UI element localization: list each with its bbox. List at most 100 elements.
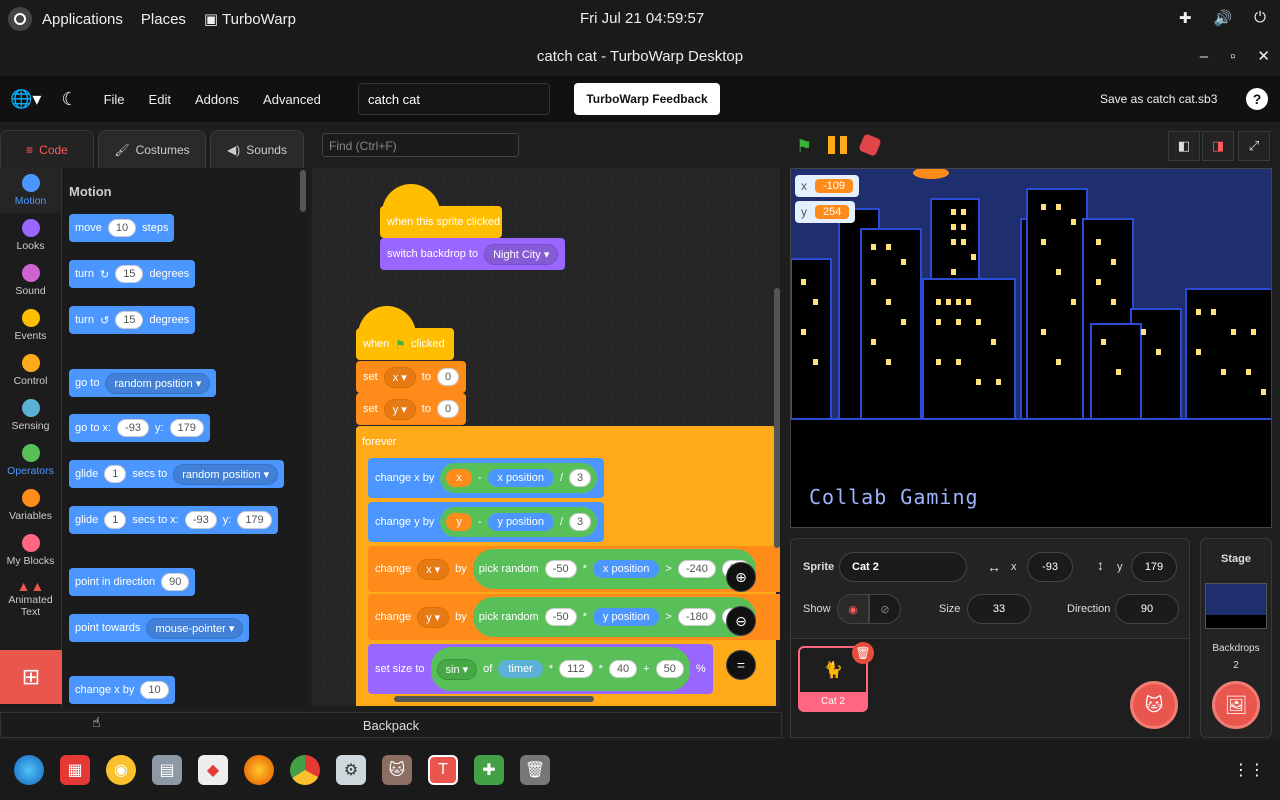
zoom-out-button[interactable]: ⊖ [726,606,756,636]
save-as-button[interactable]: Save as catch cat.sb3 [1100,92,1217,106]
turbowarp-icon[interactable]: T [428,755,458,785]
block-input[interactable]: 50 [655,660,684,678]
tab-code[interactable]: ≡ Code [0,130,94,168]
script-vertical-scrollbar[interactable] [774,288,780,548]
zoom-in-button[interactable]: ⊕ [726,562,756,592]
volume-icon[interactable]: 🔊 [1213,9,1232,27]
block-input[interactable]: 10 [140,681,169,699]
operator-divide[interactable]: y - y position / 3 [440,507,598,537]
block-change-var-y[interactable]: change y ▾ by pick random -50 * y positi… [368,594,780,640]
block-glide-to[interactable]: glide 1 secs to random position ▾ [69,460,285,488]
block-change-x-by[interactable]: change x by x - x position / 3 [368,458,605,498]
operator-divide[interactable]: x - x position / 3 [440,463,598,493]
block-dropdown[interactable]: x ▾ [417,558,450,580]
block-change-x[interactable]: change x by 10 [69,676,175,704]
sprite-size-input[interactable]: 33 [967,594,1031,624]
green-flag-button[interactable]: ⚑ [796,136,812,157]
power-icon[interactable]: ⏻ [1254,9,1266,27]
show-visible-button[interactable]: ◉ [837,594,869,624]
block-dropdown[interactable]: sin ▾ [436,658,478,680]
block-set-x[interactable]: set x ▾ to 0 [356,361,467,393]
block-dropdown[interactable]: y ▾ [383,398,416,420]
activities-icon[interactable] [8,7,32,31]
block-input[interactable]: -50 [544,608,577,626]
block-dropdown[interactable]: random position ▾ [173,463,279,485]
feedback-button[interactable]: TurboWarp Feedback [574,83,720,115]
hat-when-flag-clicked[interactable]: when ⚑ clicked [356,328,454,360]
block-input[interactable]: -180 [677,608,716,626]
sprite-direction-input[interactable]: 90 [1115,594,1179,624]
variable-reporter[interactable]: x [446,469,472,487]
category-motion[interactable]: Motion [0,168,61,213]
block-input[interactable]: 0 [436,400,460,418]
block-input[interactable]: 1 [104,465,127,483]
close-icon[interactable]: ✕ [1257,38,1270,76]
block-dropdown[interactable]: mouse-pointer ▾ [146,617,244,639]
block-go-to[interactable]: go to random position ▾ [69,369,217,397]
category-looks[interactable]: Looks [0,213,61,258]
advanced-menu[interactable]: Advanced [263,92,321,107]
block-input[interactable]: 15 [115,311,144,329]
sprite-y-input[interactable]: 179 [1131,552,1177,582]
block-input[interactable]: -50 [544,560,577,578]
add-sprite-button[interactable]: 🐱 [1130,681,1178,729]
block-change-var-x[interactable]: change x ▾ by pick random -50 * x positi… [368,546,780,592]
pause-button[interactable] [828,136,848,154]
zoom-reset-button[interactable]: = [726,650,756,680]
motion-reporter[interactable]: x position [487,469,554,487]
block-turn-right[interactable]: turn ↻ 15 degrees [69,260,196,288]
category-variables[interactable]: Variables [0,483,61,528]
block-dropdown[interactable]: Night City ▾ [484,243,559,265]
minimize-icon[interactable]: – [1200,38,1208,76]
variable-reporter[interactable]: y [446,513,472,531]
applications-menu[interactable]: Applications [42,11,123,28]
maximize-icon[interactable]: ▫ [1230,38,1235,76]
block-set-y[interactable]: set y ▾ to 0 [356,393,467,425]
music-player-icon[interactable]: ◉ [106,755,136,785]
calendar-icon[interactable]: ▦ [60,755,90,785]
browser-globe-icon[interactable] [14,755,44,785]
fullscreen-button[interactable]: ⤢ [1238,131,1270,161]
block-point-direction[interactable]: point in direction 90 [69,568,196,596]
add-extension-button[interactable]: ⊞ [0,650,62,704]
block-input[interactable]: 179 [169,419,204,437]
block-input[interactable]: 179 [237,511,272,529]
operator-math[interactable]: sin ▾ of timer * 112 * 40 + 50 [430,647,690,691]
tab-sounds[interactable]: ◀) Sounds [210,130,304,168]
file-menu[interactable]: File [104,92,125,107]
motion-reporter[interactable]: y position [592,608,660,626]
scratch-icon[interactable]: 🐱 [382,755,412,785]
block-input[interactable]: 1 [104,511,127,529]
clock[interactable]: Fri Jul 21 04:59:57 [580,10,704,27]
block-switch-backdrop[interactable]: switch backdrop to Night City ▾ [380,238,566,270]
block-input[interactable]: 112 [559,660,593,678]
settings-icon[interactable]: ⚙ [336,755,366,785]
block-move-steps[interactable]: move 10 steps [69,214,175,242]
script-horizontal-scrollbar[interactable] [394,696,594,702]
sensing-reporter[interactable]: timer [498,660,543,678]
block-input[interactable]: 0 [436,368,460,386]
block-input[interactable]: 40 [608,660,638,678]
places-menu[interactable]: Places [141,11,186,28]
stage-canvas[interactable]: x -109 y 254 Collab Gaming [790,168,1272,528]
monitor-y[interactable]: y 254 [795,201,856,223]
firefox-icon[interactable] [244,755,274,785]
help-button[interactable]: ? [1246,88,1268,110]
category-operators[interactable]: Operators [0,438,61,483]
script-area[interactable]: when this sprite clicked switch backdrop… [312,168,780,706]
palette-scrollbar[interactable] [300,170,306,212]
block-turn-left[interactable]: turn ↺ 15 degrees [69,306,196,334]
motion-reporter[interactable]: x position [592,560,660,578]
category-events[interactable]: Events [0,303,61,348]
large-stage-button[interactable]: ◨ [1202,131,1234,161]
trash-can-icon[interactable]: 🗑 [520,755,550,785]
block-glide-xy[interactable]: glide 1 secs to x: -93 y: 179 [69,506,278,534]
operator-pick-random[interactable]: pick random -50 * y position > -180 50 [472,597,757,637]
sprite-name-input[interactable]: Cat 2 [839,552,967,582]
find-input[interactable]: Find (Ctrl+F) [322,133,519,157]
stop-button[interactable] [858,133,882,157]
block-input[interactable]: -240 [677,560,716,578]
block-dropdown[interactable]: y ▾ [417,606,450,628]
extensions-icon[interactable]: ✚ [1179,9,1192,27]
software-center-icon[interactable]: ◆ [198,755,228,785]
